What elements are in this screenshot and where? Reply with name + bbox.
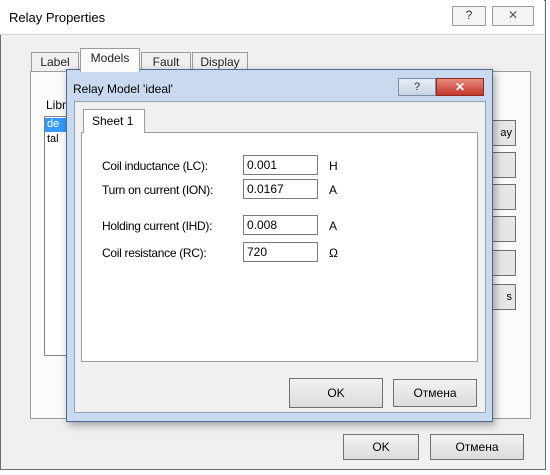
inner-ok-button[interactable]: OK: [289, 378, 383, 408]
outer-ok-button[interactable]: OK: [343, 434, 419, 460]
coil-resistance-label: Coil resistance (RC):: [102, 246, 207, 260]
inner-dialog-title: Relay Model 'ideal': [73, 82, 173, 96]
coil-resistance-input[interactable]: 720: [243, 242, 318, 262]
coil-inductance-input[interactable]: 0.001: [243, 155, 318, 175]
coil-resistance-unit: Ω: [329, 246, 338, 260]
library-list-item[interactable]: tal: [47, 133, 59, 145]
turn-on-current-input[interactable]: 0.0167: [243, 179, 318, 199]
holding-current-unit: A: [329, 219, 338, 233]
holding-current-label: Holding current (IHD):: [102, 219, 213, 233]
coil-inductance-unit: H: [329, 159, 338, 173]
turn-on-current-unit: A: [329, 183, 338, 197]
coil-inductance-label: Coil inductance (LC):: [102, 159, 208, 173]
outer-cancel-button[interactable]: Отмена: [430, 434, 524, 460]
tab-sheet1[interactable]: Sheet 1: [83, 109, 145, 133]
tab-models[interactable]: Models: [80, 48, 140, 72]
inner-help-button[interactable]: ?: [398, 78, 436, 96]
holding-current-input[interactable]: 0.008: [243, 215, 318, 235]
library-label: Libr: [46, 98, 67, 112]
inner-close-icon[interactable]: ✕: [436, 78, 484, 96]
outer-close-icon[interactable]: ✕: [492, 6, 534, 26]
inner-cancel-button[interactable]: Отмена: [393, 379, 477, 407]
outer-window-title: Relay Properties: [9, 10, 106, 25]
outer-help-button[interactable]: ?: [452, 6, 486, 26]
turn-on-current-label: Turn on current (ION):: [102, 183, 213, 197]
